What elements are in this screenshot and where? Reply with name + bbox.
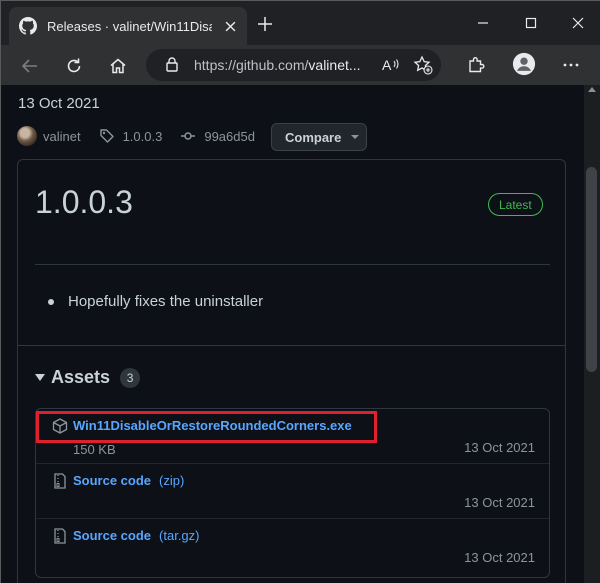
tag-link[interactable]: 1.0.0.3 — [99, 128, 163, 144]
asset-kind: (tar.gz) — [159, 528, 200, 543]
read-aloud-icon[interactable]: A — [379, 53, 403, 77]
profile-avatar-icon[interactable] — [512, 52, 536, 76]
lock-icon[interactable] — [164, 56, 182, 74]
vertical-scrollbar[interactable] — [584, 85, 600, 583]
release-note-item: Hopefully fixes the uninstaller — [48, 293, 263, 310]
github-icon — [19, 17, 37, 35]
file-zip-icon — [52, 528, 68, 544]
asset-date: 13 Oct 2021 — [464, 550, 535, 565]
back-arrow-icon[interactable] — [17, 53, 43, 79]
commit-sha: 99a6d5d — [204, 128, 255, 144]
release-card: 1.0.0.3 Latest Hopefully fixes the unins… — [17, 159, 566, 583]
tab-releases[interactable]: Releases · valinet/Win11DisableR — [9, 7, 247, 45]
author-name: valinet — [43, 128, 81, 144]
release-date: 13 Oct 2021 — [18, 95, 100, 112]
svg-text:A: A — [382, 57, 392, 73]
release-meta: valinet 1.0.0.3 99a6d5d — [17, 123, 273, 149]
browser-window: Releases · valinet/Win11DisableR — [0, 0, 600, 583]
source-zip-link[interactable]: Source code (zip) — [73, 473, 184, 488]
author-link[interactable]: valinet — [17, 126, 81, 146]
asset-date: 13 Oct 2021 — [464, 495, 535, 510]
asset-row: Source code (tar.gz) 13 Oct 2021 — [36, 519, 549, 574]
assets-title: Assets — [51, 367, 111, 387]
refresh-icon[interactable] — [61, 53, 87, 79]
extensions-icon[interactable] — [464, 53, 488, 77]
asset-name: Source code — [73, 528, 152, 543]
assets-toggle[interactable]: Assets 3 — [35, 367, 141, 388]
file-zip-icon — [52, 473, 68, 489]
url-path: valinet... — [308, 57, 361, 73]
source-targz-link[interactable]: Source code (tar.gz) — [73, 528, 200, 543]
chevron-down-icon — [351, 135, 360, 139]
tab-bar: Releases · valinet/Win11DisableR — [1, 1, 600, 45]
highlight-box — [36, 411, 377, 443]
release-note-text: Hopefully fixes the uninstaller — [68, 293, 264, 310]
page-content: 13 Oct 2021 valinet 1.0.0.3 99a6d5d Comp… — [1, 85, 584, 583]
more-options-icon[interactable] — [559, 53, 583, 77]
scrollbar-thumb[interactable] — [586, 167, 597, 372]
release-version[interactable]: 1.0.0.3 — [35, 184, 133, 221]
minimize-icon[interactable] — [469, 9, 497, 37]
url-text: https://github.com/valinet... — [194, 57, 369, 73]
bullet-icon — [48, 298, 54, 305]
address-toolbar: https://github.com/valinet... A — [1, 45, 600, 85]
asset-kind: (zip) — [159, 473, 185, 488]
tag-label: 1.0.0.3 — [122, 128, 163, 144]
latest-badge: Latest — [488, 193, 543, 216]
divider — [18, 345, 565, 346]
new-tab-icon[interactable] — [255, 14, 275, 34]
caret-down-icon — [35, 374, 45, 381]
compare-label: Compare — [285, 129, 342, 145]
asset-size: 150 KB — [73, 442, 116, 457]
close-tab-icon[interactable] — [222, 18, 238, 34]
asset-date: 13 Oct 2021 — [464, 440, 535, 455]
asset-row: Source code (zip) 13 Oct 2021 — [36, 464, 549, 519]
tab-title: Releases · valinet/Win11DisableR — [47, 18, 212, 34]
assets-count-badge: 3 — [120, 367, 141, 388]
url-host: https://github.com/ — [194, 57, 309, 73]
commit-link[interactable]: 99a6d5d — [180, 128, 255, 144]
maximize-icon[interactable] — [517, 9, 545, 37]
home-icon[interactable] — [105, 53, 131, 79]
compare-button[interactable]: Compare — [271, 123, 367, 151]
divider — [35, 264, 550, 265]
asset-name: Source code — [73, 473, 152, 488]
commit-icon — [181, 132, 196, 140]
close-window-icon[interactable] — [564, 9, 592, 37]
author-avatar — [17, 126, 37, 146]
add-favorite-icon[interactable] — [411, 53, 435, 77]
tag-icon — [99, 129, 114, 143]
scroll-up-arrow-icon[interactable] — [588, 87, 596, 92]
